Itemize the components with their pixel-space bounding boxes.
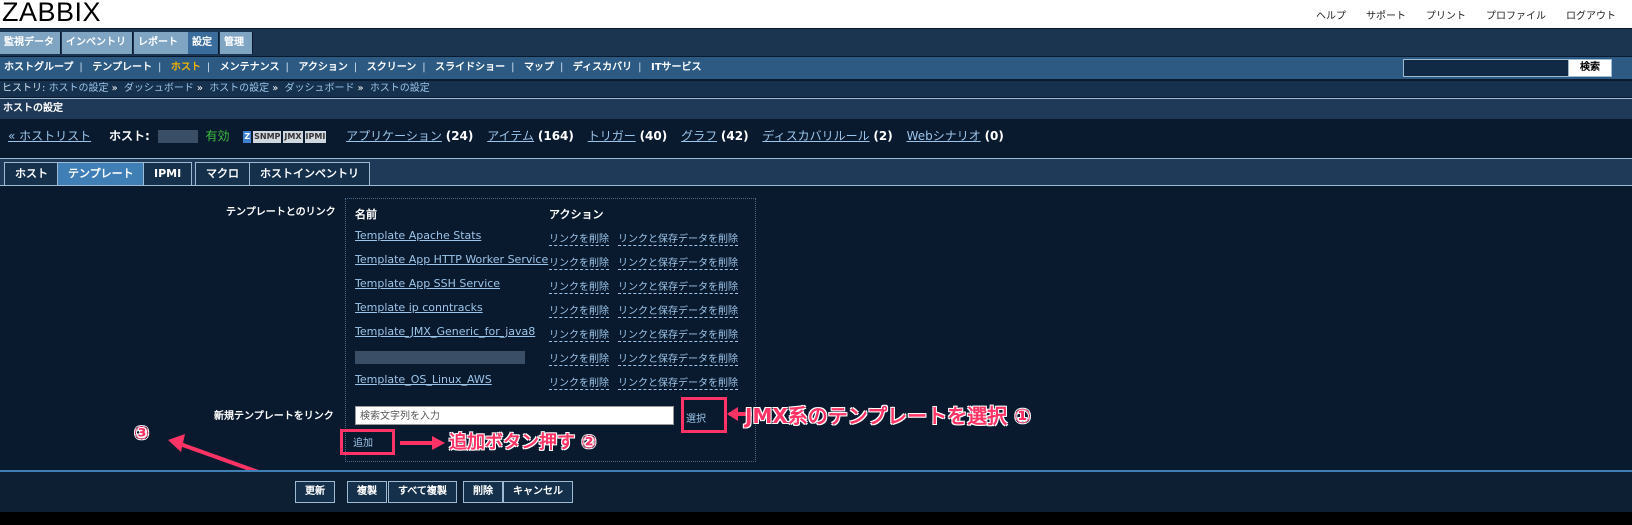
annotation-select-note: JMX系のテンプレートを選択 ① bbox=[745, 404, 1032, 428]
form-footer bbox=[0, 470, 1632, 514]
update-button[interactable]: 更新 bbox=[295, 481, 335, 503]
cancel-button[interactable]: キャンセル bbox=[503, 481, 573, 503]
annotation-add-note: 追加ボタン押す ② bbox=[449, 432, 597, 453]
clone-button[interactable]: 複製 bbox=[347, 481, 387, 503]
page-bottom bbox=[0, 512, 1632, 525]
delete-button[interactable]: 削除 bbox=[463, 481, 503, 503]
annotation-update-note: ③ bbox=[134, 423, 150, 444]
annotation-arrows bbox=[168, 407, 752, 484]
full-clone-button[interactable]: すべて複製 bbox=[388, 481, 457, 503]
